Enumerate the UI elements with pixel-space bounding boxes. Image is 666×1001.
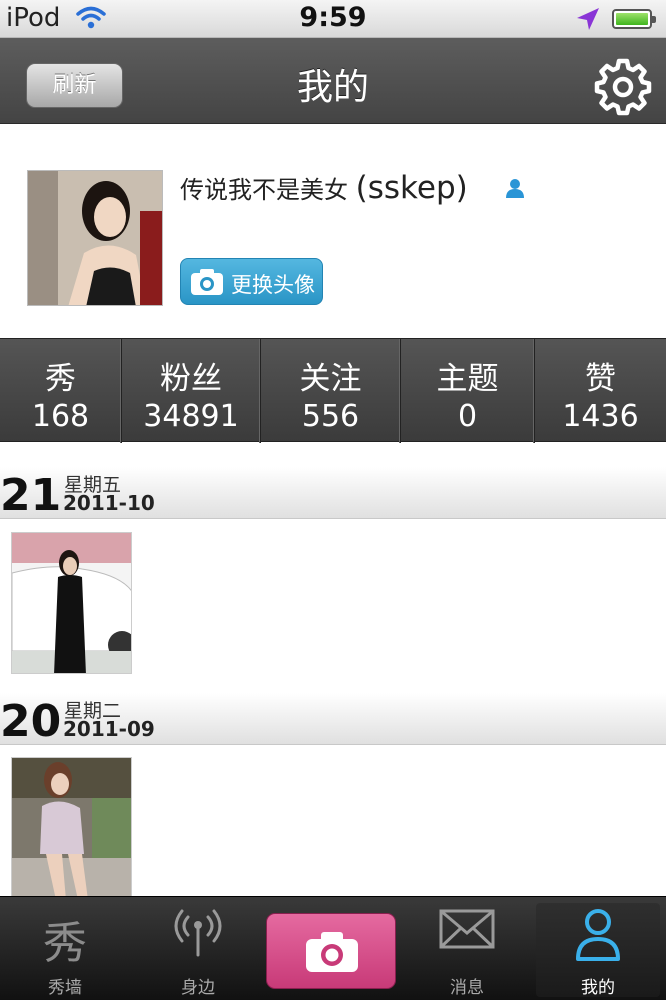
change-avatar-button[interactable]: 更换头像: [180, 258, 323, 305]
camera-icon: [306, 932, 358, 972]
gear-icon: [594, 58, 652, 116]
stat-label: 赞: [585, 361, 616, 397]
battery-icon: [612, 9, 656, 29]
user-icon: [505, 178, 525, 202]
clock: 9:59: [299, 2, 367, 33]
date-day: 21: [0, 470, 62, 521]
tab-label: 我的: [581, 978, 615, 998]
tab-messages[interactable]: 消息: [400, 897, 534, 1001]
nav-bar: 刷新 我的: [0, 38, 666, 124]
date-day: 20: [0, 696, 62, 747]
antenna-icon: [130, 905, 266, 963]
location-arrow-icon: [575, 6, 601, 36]
stat-label: 秀: [45, 361, 76, 397]
change-avatar-label: 更换头像: [231, 273, 315, 297]
user-handle: (sskep): [355, 170, 468, 206]
stat-fans[interactable]: 粉丝 34891: [122, 339, 261, 443]
date-month: 2011-09: [63, 717, 155, 741]
page-title: 我的: [296, 67, 369, 108]
settings-button[interactable]: [594, 58, 652, 116]
tab-label: 秀墙: [48, 978, 82, 998]
envelope-icon: [400, 905, 534, 957]
date-header: 20 星期二 2011-09: [0, 693, 666, 747]
stat-label: 关注: [299, 361, 362, 397]
person-icon: [536, 907, 660, 967]
photo-thumbnail[interactable]: [11, 532, 132, 674]
tab-me[interactable]: 我的: [536, 903, 660, 998]
avatar[interactable]: [27, 170, 163, 306]
stat-likes[interactable]: 赞 1436: [535, 339, 666, 443]
tab-nearby[interactable]: 身边: [130, 897, 266, 1001]
display-name: 传说我不是美女: [180, 176, 348, 204]
photo-thumbnail[interactable]: [11, 757, 132, 899]
stat-label: 主题: [436, 361, 499, 397]
stat-following[interactable]: 关注 556: [261, 339, 401, 443]
status-bar: iPod 9:59: [0, 0, 666, 38]
stat-value: 0: [457, 399, 478, 434]
stat-value: 1436: [562, 399, 639, 434]
profile-section: 传说我不是美女 (sskep) 更换头像: [0, 124, 666, 338]
stat-value: 34891: [143, 399, 239, 434]
stats-bar: 秀 168 粉丝 34891 关注 556 主题 0 赞 1436: [0, 338, 666, 443]
stat-topics[interactable]: 主题 0: [401, 339, 535, 443]
date-month: 2011-10: [63, 491, 155, 515]
stat-shows[interactable]: 秀 168: [0, 339, 122, 443]
username: 传说我不是美女 (sskep): [180, 170, 468, 206]
tab-label: 消息: [450, 978, 484, 998]
tab-label: 身边: [181, 978, 215, 998]
camera-button[interactable]: [266, 913, 396, 989]
tab-bar: 秀 秀墙 身边 消息 我的: [0, 896, 666, 1000]
stat-value: 556: [301, 399, 360, 434]
camera-icon: [191, 269, 223, 295]
stat-value: 168: [31, 399, 90, 434]
show-wall-icon: 秀: [43, 918, 87, 969]
tab-show-wall[interactable]: 秀 秀墙: [0, 897, 130, 1001]
date-header: 21 星期五 2011-10: [0, 467, 666, 521]
stat-label: 粉丝: [160, 361, 222, 397]
